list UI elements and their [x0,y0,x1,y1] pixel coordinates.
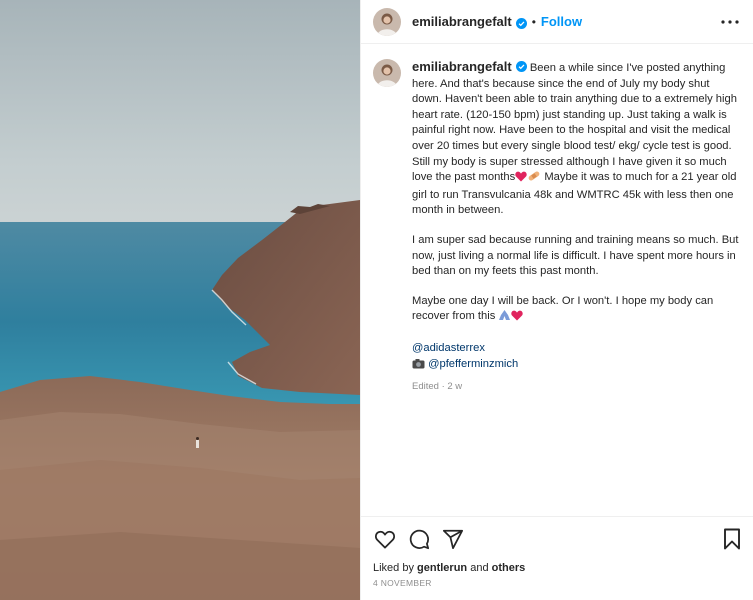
comments-area[interactable]: emiliabrangefalt Been a while since I've… [361,45,753,515]
camera-emoji [412,358,425,375]
caption-paragraph-3-text: Maybe one day I will be back. Or I won't… [412,294,717,323]
post-actions: Liked by gentlerun and others 4 NOVEMBER [361,516,753,600]
more-options-icon[interactable] [720,12,740,32]
post-photo[interactable] [0,0,360,600]
mention-adidasterrex[interactable]: @adidasterrex [412,342,485,354]
caption-paragraph-1: emiliabrangefalt Been a while since I've… [412,59,742,219]
mention-pfefferminzmich[interactable]: @pfefferminzmich [428,358,518,370]
author-username[interactable]: emiliabrangefalt [412,14,512,29]
share-icon[interactable] [441,527,465,551]
caption-verified-badge-icon [515,61,527,72]
caption-meta: Edited · 2 w [412,381,463,393]
caption-author-avatar[interactable] [373,59,401,87]
liked-by-user[interactable]: gentlerun [417,562,467,574]
caption-paragraph-2: I am super sad because running and train… [412,233,742,278]
red-heart-emoji [515,171,527,188]
caption-paragraph-3: Maybe one day I will be back. Or I won't… [412,294,742,327]
separator-dot: • [531,14,536,29]
likes-and: and [467,562,492,574]
caption: emiliabrangefalt Been a while since I've… [361,45,753,395]
praying-hands-emoji [498,309,511,327]
caption-text: emiliabrangefalt Been a while since I've… [412,59,742,395]
caption-paragraph-4: @adidasterrex @pfefferminzmich [412,341,742,374]
red-heart-emoji-2 [511,310,524,327]
post-side-panel: emiliabrangefalt • Follow emiliabrangefa… [360,0,753,600]
follow-button[interactable]: Follow [541,14,582,29]
author-avatar[interactable] [373,7,401,36]
bandage-emoji [527,170,541,188]
caption-username[interactable]: emiliabrangefalt [412,59,512,74]
post-date[interactable]: 4 NOVEMBER [373,578,432,588]
likes-prefix: Liked by [373,562,418,574]
likes-summary: Liked by gentlerun and others [373,562,525,574]
verified-badge-icon [515,16,527,29]
comment-icon[interactable] [407,527,431,551]
likes-others-link[interactable]: others [492,562,526,574]
bookmark-icon[interactable] [720,527,744,551]
heart-icon[interactable] [373,527,397,551]
action-icons [373,527,465,551]
coastal-landscape-image [0,0,360,600]
caption-part-1: Been a while since I've posted anything … [412,62,741,184]
post-header: emiliabrangefalt • Follow [361,0,753,44]
